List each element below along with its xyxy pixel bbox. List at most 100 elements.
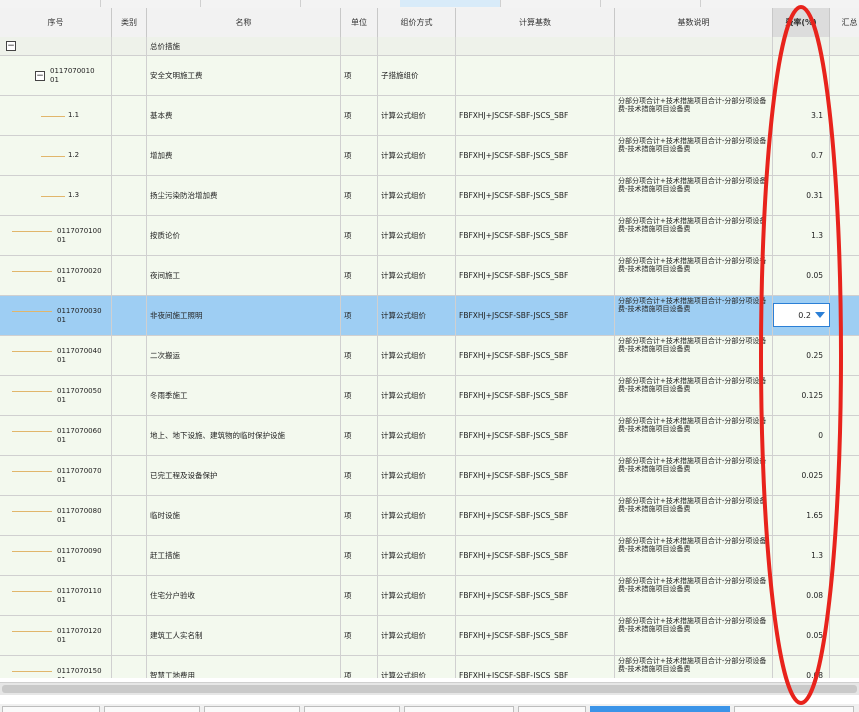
row-base-desc[interactable]: 分部分项合计+技术措施项目合计-分部分项设备费-技术措施项目设备费: [615, 656, 773, 678]
top-tab-active[interactable]: [400, 0, 501, 7]
row-name[interactable]: 赶工措施: [147, 536, 341, 575]
row-type[interactable]: [112, 656, 147, 678]
table-row[interactable]: 0117070100 01 按质论价项计算公式组价 FBFXHJ+JSCSF-SBF…: [0, 216, 859, 256]
row-type[interactable]: [112, 336, 147, 375]
row-method[interactable]: 计算公式组价: [378, 256, 456, 295]
row-rate[interactable]: 0.31: [773, 176, 830, 215]
row-base-desc[interactable]: 分部分项合计+技术措施项目合计-分部分项设备费-技术措施项目设备费: [615, 296, 773, 335]
table-row[interactable]: 0117070060 01 地上、地下设施、建筑物的临时保护设施项计算公式组价 FB…: [0, 416, 859, 456]
row-formula[interactable]: FBFXHJ+JSCSF-SBF-JSCS_SBF: [456, 96, 615, 135]
row-unit[interactable]: 项: [341, 416, 378, 455]
row-unit[interactable]: 项: [341, 456, 378, 495]
row-formula[interactable]: FBFXHJ+JSCSF-SBF-JSCS_SBF: [456, 616, 615, 655]
row-formula[interactable]: FBFXHJ+JSCSF-SBF-JSCS_SBF: [456, 456, 615, 495]
row-unit[interactable]: 项: [341, 576, 378, 615]
row-unit[interactable]: 项: [341, 216, 378, 255]
row-rate[interactable]: 1.3: [773, 216, 830, 255]
top-tab[interactable]: [500, 0, 601, 7]
table-row[interactable]: 0117070150 01 智慧工地费用项计算公式组价FBFXHJ+JSCSF-S…: [0, 656, 859, 678]
row-method[interactable]: 计算公式组价: [378, 96, 456, 135]
row-type[interactable]: [112, 576, 147, 615]
row-type[interactable]: [112, 256, 147, 295]
row-base-desc[interactable]: 分部分项合计+技术措施项目合计-分部分项设备费-技术措施项目设备费: [615, 216, 773, 255]
row-base-desc[interactable]: 分部分项合计+技术措施项目合计-分部分项设备费-技术措施项目设备费: [615, 576, 773, 615]
row-name[interactable]: 临时设施: [147, 496, 341, 535]
top-tab[interactable]: [100, 0, 201, 7]
row-method[interactable]: 计算公式组价: [378, 456, 456, 495]
bottom-tab-active[interactable]: [590, 706, 730, 712]
row-method[interactable]: 计算公式组价: [378, 496, 456, 535]
row-formula[interactable]: FBFXHJ+JSCSF-SBF-JSCS_SBF: [456, 576, 615, 615]
row-base-desc[interactable]: 分部分项合计+技术措施项目合计-分部分项设备费-技术措施项目设备费: [615, 376, 773, 415]
row-name[interactable]: 夜间施工: [147, 256, 341, 295]
row-name[interactable]: 地上、地下设施、建筑物的临时保护设施: [147, 416, 341, 455]
row-formula[interactable]: FBFXHJ+JSCSF-SBF-JSCS_SBF: [456, 376, 615, 415]
row-rate[interactable]: 0.25: [773, 336, 830, 375]
row-name[interactable]: 扬尘污染防治增加费: [147, 176, 341, 215]
row-method[interactable]: 计算公式组价: [378, 376, 456, 415]
row-name[interactable]: 住宅分户验收: [147, 576, 341, 615]
row-formula[interactable]: FBFXHJ+JSCSF-SBF-JSCS_SBF: [456, 656, 615, 678]
row-name[interactable]: 冬雨季施工: [147, 376, 341, 415]
col-header-method[interactable]: 组价方式: [378, 8, 456, 37]
row-formula[interactable]: FBFXHJ+JSCSF-SBF-JSCS_SBF: [456, 216, 615, 255]
row-formula[interactable]: FBFXHJ+JSCSF-SBF-JSCS_SBF: [456, 176, 615, 215]
row-rate[interactable]: 0.08: [773, 656, 830, 678]
row-unit[interactable]: 项: [341, 376, 378, 415]
row-unit[interactable]: 项: [341, 496, 378, 535]
top-tab[interactable]: [600, 0, 701, 7]
col-header-base-desc[interactable]: 基数说明: [615, 8, 773, 37]
row-method[interactable]: 计算公式组价: [378, 536, 456, 575]
col-header-unit[interactable]: 单位: [341, 8, 378, 37]
rate-dropdown[interactable]: 0.2: [773, 303, 830, 327]
horizontal-scrollbar[interactable]: [0, 682, 859, 695]
chevron-down-icon[interactable]: [815, 312, 825, 318]
row-base-desc[interactable]: 分部分项合计+技术措施项目合计-分部分项设备费-技术措施项目设备费: [615, 256, 773, 295]
table-row[interactable]: 0117070030 01 非夜间施工照明项计算公式组价 FBFXHJ+JSCSF-…: [0, 296, 859, 336]
row-rate[interactable]: 1.3: [773, 536, 830, 575]
row-method[interactable]: 子措施组价: [378, 56, 456, 95]
row-base-desc[interactable]: 分部分项合计+技术措施项目合计-分部分项设备费-技术措施项目设备费: [615, 416, 773, 455]
row-base-desc[interactable]: 分部分项合计+技术措施项目合计-分部分项设备费-技术措施项目设备费: [615, 136, 773, 175]
row-unit[interactable]: 项: [341, 56, 378, 95]
row-formula[interactable]: FBFXHJ+JSCSF-SBF-JSCS_SBF: [456, 136, 615, 175]
row-method[interactable]: 计算公式组价: [378, 616, 456, 655]
row-rate[interactable]: 0: [773, 416, 830, 455]
row-formula[interactable]: FBFXHJ+JSCSF-SBF-JSCS_SBF: [456, 336, 615, 375]
row-unit[interactable]: 项: [341, 336, 378, 375]
row-rate[interactable]: 1.65: [773, 496, 830, 535]
row-method[interactable]: 计算公式组价: [378, 216, 456, 255]
row-unit[interactable]: 项: [341, 536, 378, 575]
bottom-tab[interactable]: [518, 706, 586, 712]
top-tab[interactable]: [300, 0, 401, 7]
row-type[interactable]: [112, 416, 147, 455]
row-type[interactable]: [112, 296, 147, 335]
row-name[interactable]: 已完工程及设备保护: [147, 456, 341, 495]
table-row-sub[interactable]: 1.3 扬尘污染防治增加费项计算公式组价 FBFXHJ+JSCSF-SBF-JSCS…: [0, 176, 859, 216]
bottom-tab[interactable]: [204, 706, 300, 712]
table-row-safety[interactable]: − 0117070010 01 安全文明施工费 项 子措施组价: [0, 56, 859, 96]
row-formula[interactable]: FBFXHJ+JSCSF-SBF-JSCS_SBF: [456, 416, 615, 455]
col-header-seq[interactable]: 序号: [0, 8, 112, 37]
col-header-name[interactable]: 名称: [147, 8, 341, 37]
collapse-icon[interactable]: −: [35, 71, 45, 81]
collapse-icon[interactable]: −: [6, 41, 16, 51]
row-name[interactable]: 二次搬运: [147, 336, 341, 375]
col-header-type[interactable]: 类别: [112, 8, 147, 37]
row-base-desc[interactable]: 分部分项合计+技术措施项目合计-分部分项设备费-技术措施项目设备费: [615, 96, 773, 135]
table-row[interactable]: 0117070020 01 夜间施工项计算公式组价 FBFXHJ+JSCSF-SBF…: [0, 256, 859, 296]
table-row-group[interactable]: − 总价措施: [0, 37, 859, 56]
row-unit[interactable]: 项: [341, 96, 378, 135]
table-row-sub[interactable]: 1.1 基本费项计算公式组价 FBFXHJ+JSCSF-SBF-JSCS_SBF 分部…: [0, 96, 859, 136]
table-row[interactable]: 0117070040 01 二次搬运项计算公式组价 FBFXHJ+JSCSF-SBF…: [0, 336, 859, 376]
table-row[interactable]: 0117070120 01 建筑工人实名制项计算公式组价 FBFXHJ+JSCSF-…: [0, 616, 859, 656]
row-name[interactable]: 按质论价: [147, 216, 341, 255]
row-type[interactable]: [112, 456, 147, 495]
col-header-total[interactable]: 汇总: [830, 8, 859, 37]
row-base-desc[interactable]: 分部分项合计+技术措施项目合计-分部分项设备费-技术措施项目设备费: [615, 536, 773, 575]
row-type[interactable]: [112, 216, 147, 255]
row-unit[interactable]: 项: [341, 616, 378, 655]
row-rate[interactable]: 0.125: [773, 376, 830, 415]
bottom-tab[interactable]: [104, 706, 200, 712]
row-base-desc[interactable]: 分部分项合计+技术措施项目合计-分部分项设备费-技术措施项目设备费: [615, 176, 773, 215]
